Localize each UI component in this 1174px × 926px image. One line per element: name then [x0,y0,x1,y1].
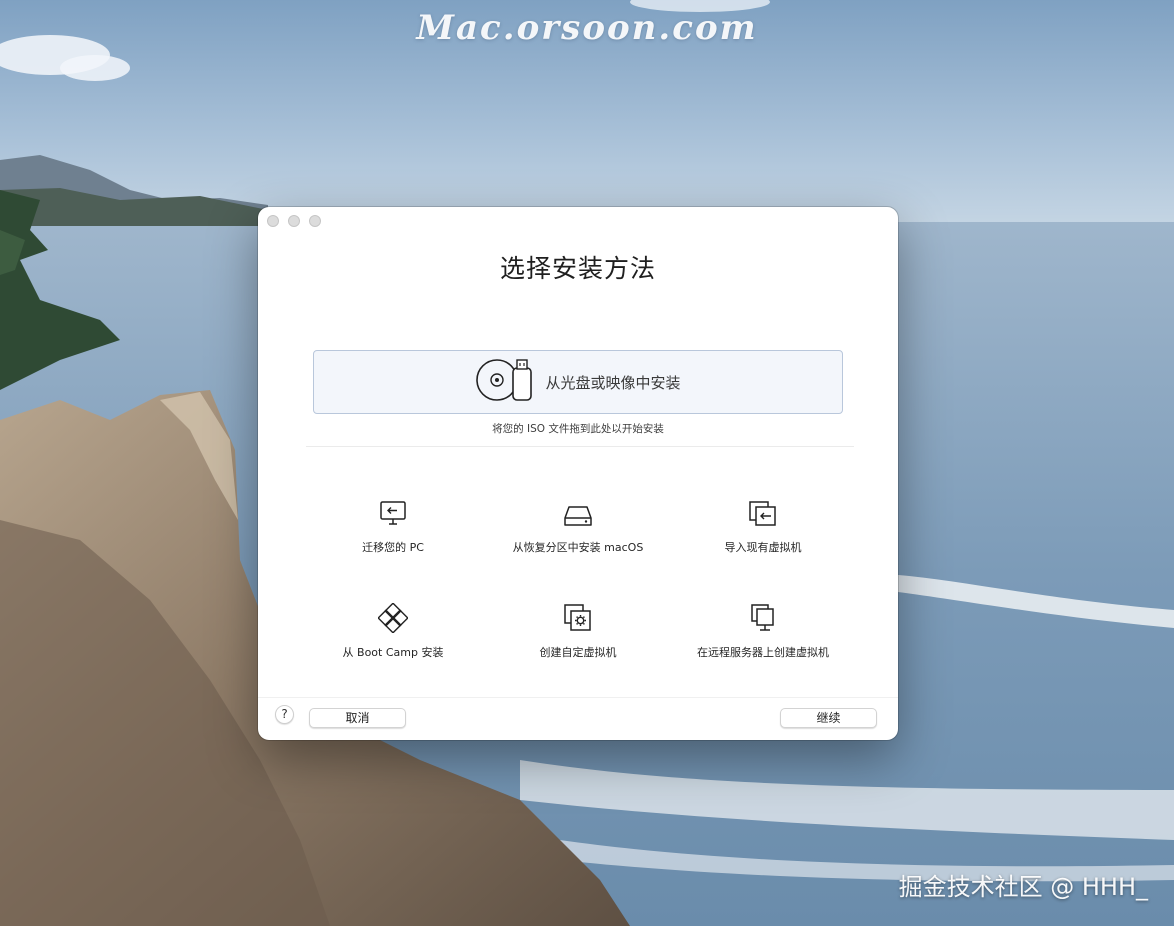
option-migrate-pc[interactable]: 迁移您的 PC [288,494,498,578]
continue-button[interactable]: 继续 [780,708,877,728]
option-label: 在远程服务器上创建虚拟机 [697,646,829,659]
option-label: 从恢复分区中安装 macOS [512,541,644,554]
option-custom-vm[interactable]: 创建自定虚拟机 [473,599,683,683]
bootcamp-icon [378,599,408,633]
minimize-window-button[interactable] [288,215,300,227]
watermark-top: Mac.orsoon.com [416,8,758,48]
disc-usb-icon [475,356,533,408]
dropzone-hint: 将您的 ISO 文件拖到此处以开始安装 [492,423,664,435]
option-boot-camp[interactable]: 从 Boot Camp 安装 [288,599,498,683]
help-button[interactable]: ? [275,705,294,724]
dropzone-label: 从光盘或映像中安装 [545,373,681,392]
install-from-disc-dropzone[interactable]: 从光盘或映像中安装 [313,350,843,414]
option-label: 创建自定虚拟机 [539,646,617,659]
import-vm-icon [748,494,778,528]
window-controls [267,215,321,227]
footer-divider [258,697,898,698]
remote-vm-icon [748,599,778,633]
option-label: 从 Boot Camp 安装 [342,646,444,659]
migrate-pc-icon [378,494,408,528]
option-import-vm[interactable]: 导入现有虚拟机 [658,494,868,578]
watermark-bottom: 掘金技术社区 @ HHH_ [898,873,1148,901]
option-recovery-partition[interactable]: 从恢复分区中安装 macOS [473,494,683,578]
zoom-window-button[interactable] [309,215,321,227]
divider [306,446,854,447]
option-remote-vm[interactable]: 在远程服务器上创建虚拟机 [658,599,868,683]
window-title: 选择安装方法 [499,254,656,283]
install-method-window: 选择安装方法 从光盘或映像中安装 将您的 ISO 文件拖到此处以开始安装 迁移您… [258,207,898,740]
custom-vm-icon [563,599,593,633]
close-window-button[interactable] [267,215,279,227]
drive-icon [563,494,593,528]
option-label: 导入现有虚拟机 [724,541,802,554]
cancel-button[interactable]: 取消 [309,708,406,728]
option-label: 迁移您的 PC [362,541,424,554]
